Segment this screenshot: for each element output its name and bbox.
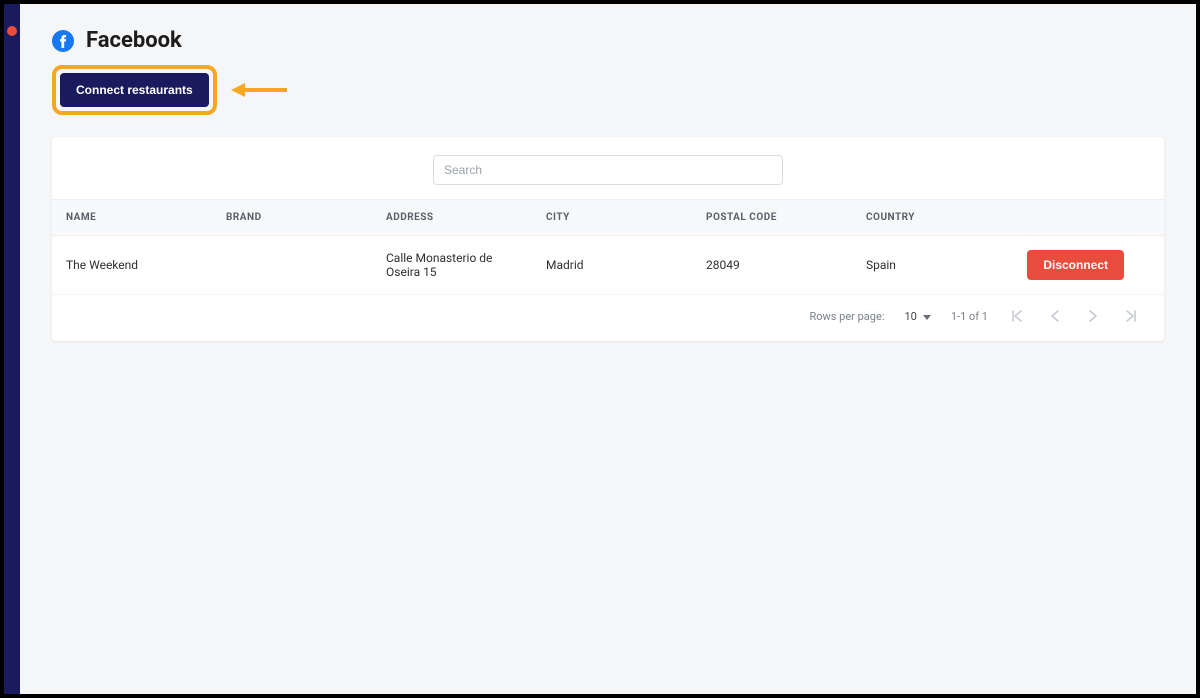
connect-restaurants-button[interactable]: Connect restaurants bbox=[60, 73, 209, 107]
rows-per-page-label: Rows per page: bbox=[809, 310, 884, 323]
pagination: Rows per page: 10 1-1 of 1 bbox=[52, 295, 1164, 341]
cell-name: The Weekend bbox=[52, 236, 212, 295]
cell-action: Disconnect bbox=[1002, 236, 1164, 295]
search-input[interactable] bbox=[433, 155, 783, 185]
rows-per-page-select[interactable]: 10 bbox=[904, 310, 930, 323]
cell-postal: 28049 bbox=[692, 236, 852, 295]
col-header-address: ADDRESS bbox=[372, 200, 532, 236]
page-next-icon[interactable] bbox=[1084, 307, 1102, 325]
col-header-country: COUNTRY bbox=[852, 200, 1002, 236]
cell-address: Calle Monasterio de Oseira 15 bbox=[372, 236, 532, 295]
connect-row: Connect restaurants bbox=[20, 61, 1196, 137]
col-header-name: NAME bbox=[52, 200, 212, 236]
page-first-icon[interactable] bbox=[1008, 307, 1026, 325]
col-header-postal: POSTAL CODE bbox=[692, 200, 852, 236]
page-prev-icon[interactable] bbox=[1046, 307, 1064, 325]
arrow-left-icon bbox=[231, 81, 289, 99]
page-last-icon[interactable] bbox=[1122, 307, 1140, 325]
page-container: Facebook Connect restaurants NAME BRAND … bbox=[20, 4, 1196, 694]
facebook-icon bbox=[52, 30, 74, 52]
restaurants-panel: NAME BRAND ADDRESS CITY POSTAL CODE COUN… bbox=[52, 137, 1164, 341]
sidebar-edge bbox=[4, 4, 20, 694]
cell-country: Spain bbox=[852, 236, 1002, 295]
table-header-row: NAME BRAND ADDRESS CITY POSTAL CODE COUN… bbox=[52, 200, 1164, 236]
search-row bbox=[52, 137, 1164, 200]
cell-city: Madrid bbox=[532, 236, 692, 295]
table-row: The Weekend Calle Monasterio de Oseira 1… bbox=[52, 236, 1164, 295]
pagination-range: 1-1 of 1 bbox=[951, 310, 988, 323]
highlight-ring: Connect restaurants bbox=[52, 65, 217, 115]
cell-brand bbox=[212, 236, 372, 295]
page-header: Facebook bbox=[20, 4, 1196, 61]
caret-down-icon bbox=[923, 310, 931, 323]
col-header-action bbox=[1002, 200, 1164, 236]
page-title: Facebook bbox=[86, 28, 182, 53]
rows-per-page-value: 10 bbox=[904, 310, 916, 323]
disconnect-button[interactable]: Disconnect bbox=[1027, 250, 1124, 280]
col-header-city: CITY bbox=[532, 200, 692, 236]
sidebar-indicator bbox=[7, 26, 17, 36]
restaurants-table: NAME BRAND ADDRESS CITY POSTAL CODE COUN… bbox=[52, 200, 1164, 295]
col-header-brand: BRAND bbox=[212, 200, 372, 236]
